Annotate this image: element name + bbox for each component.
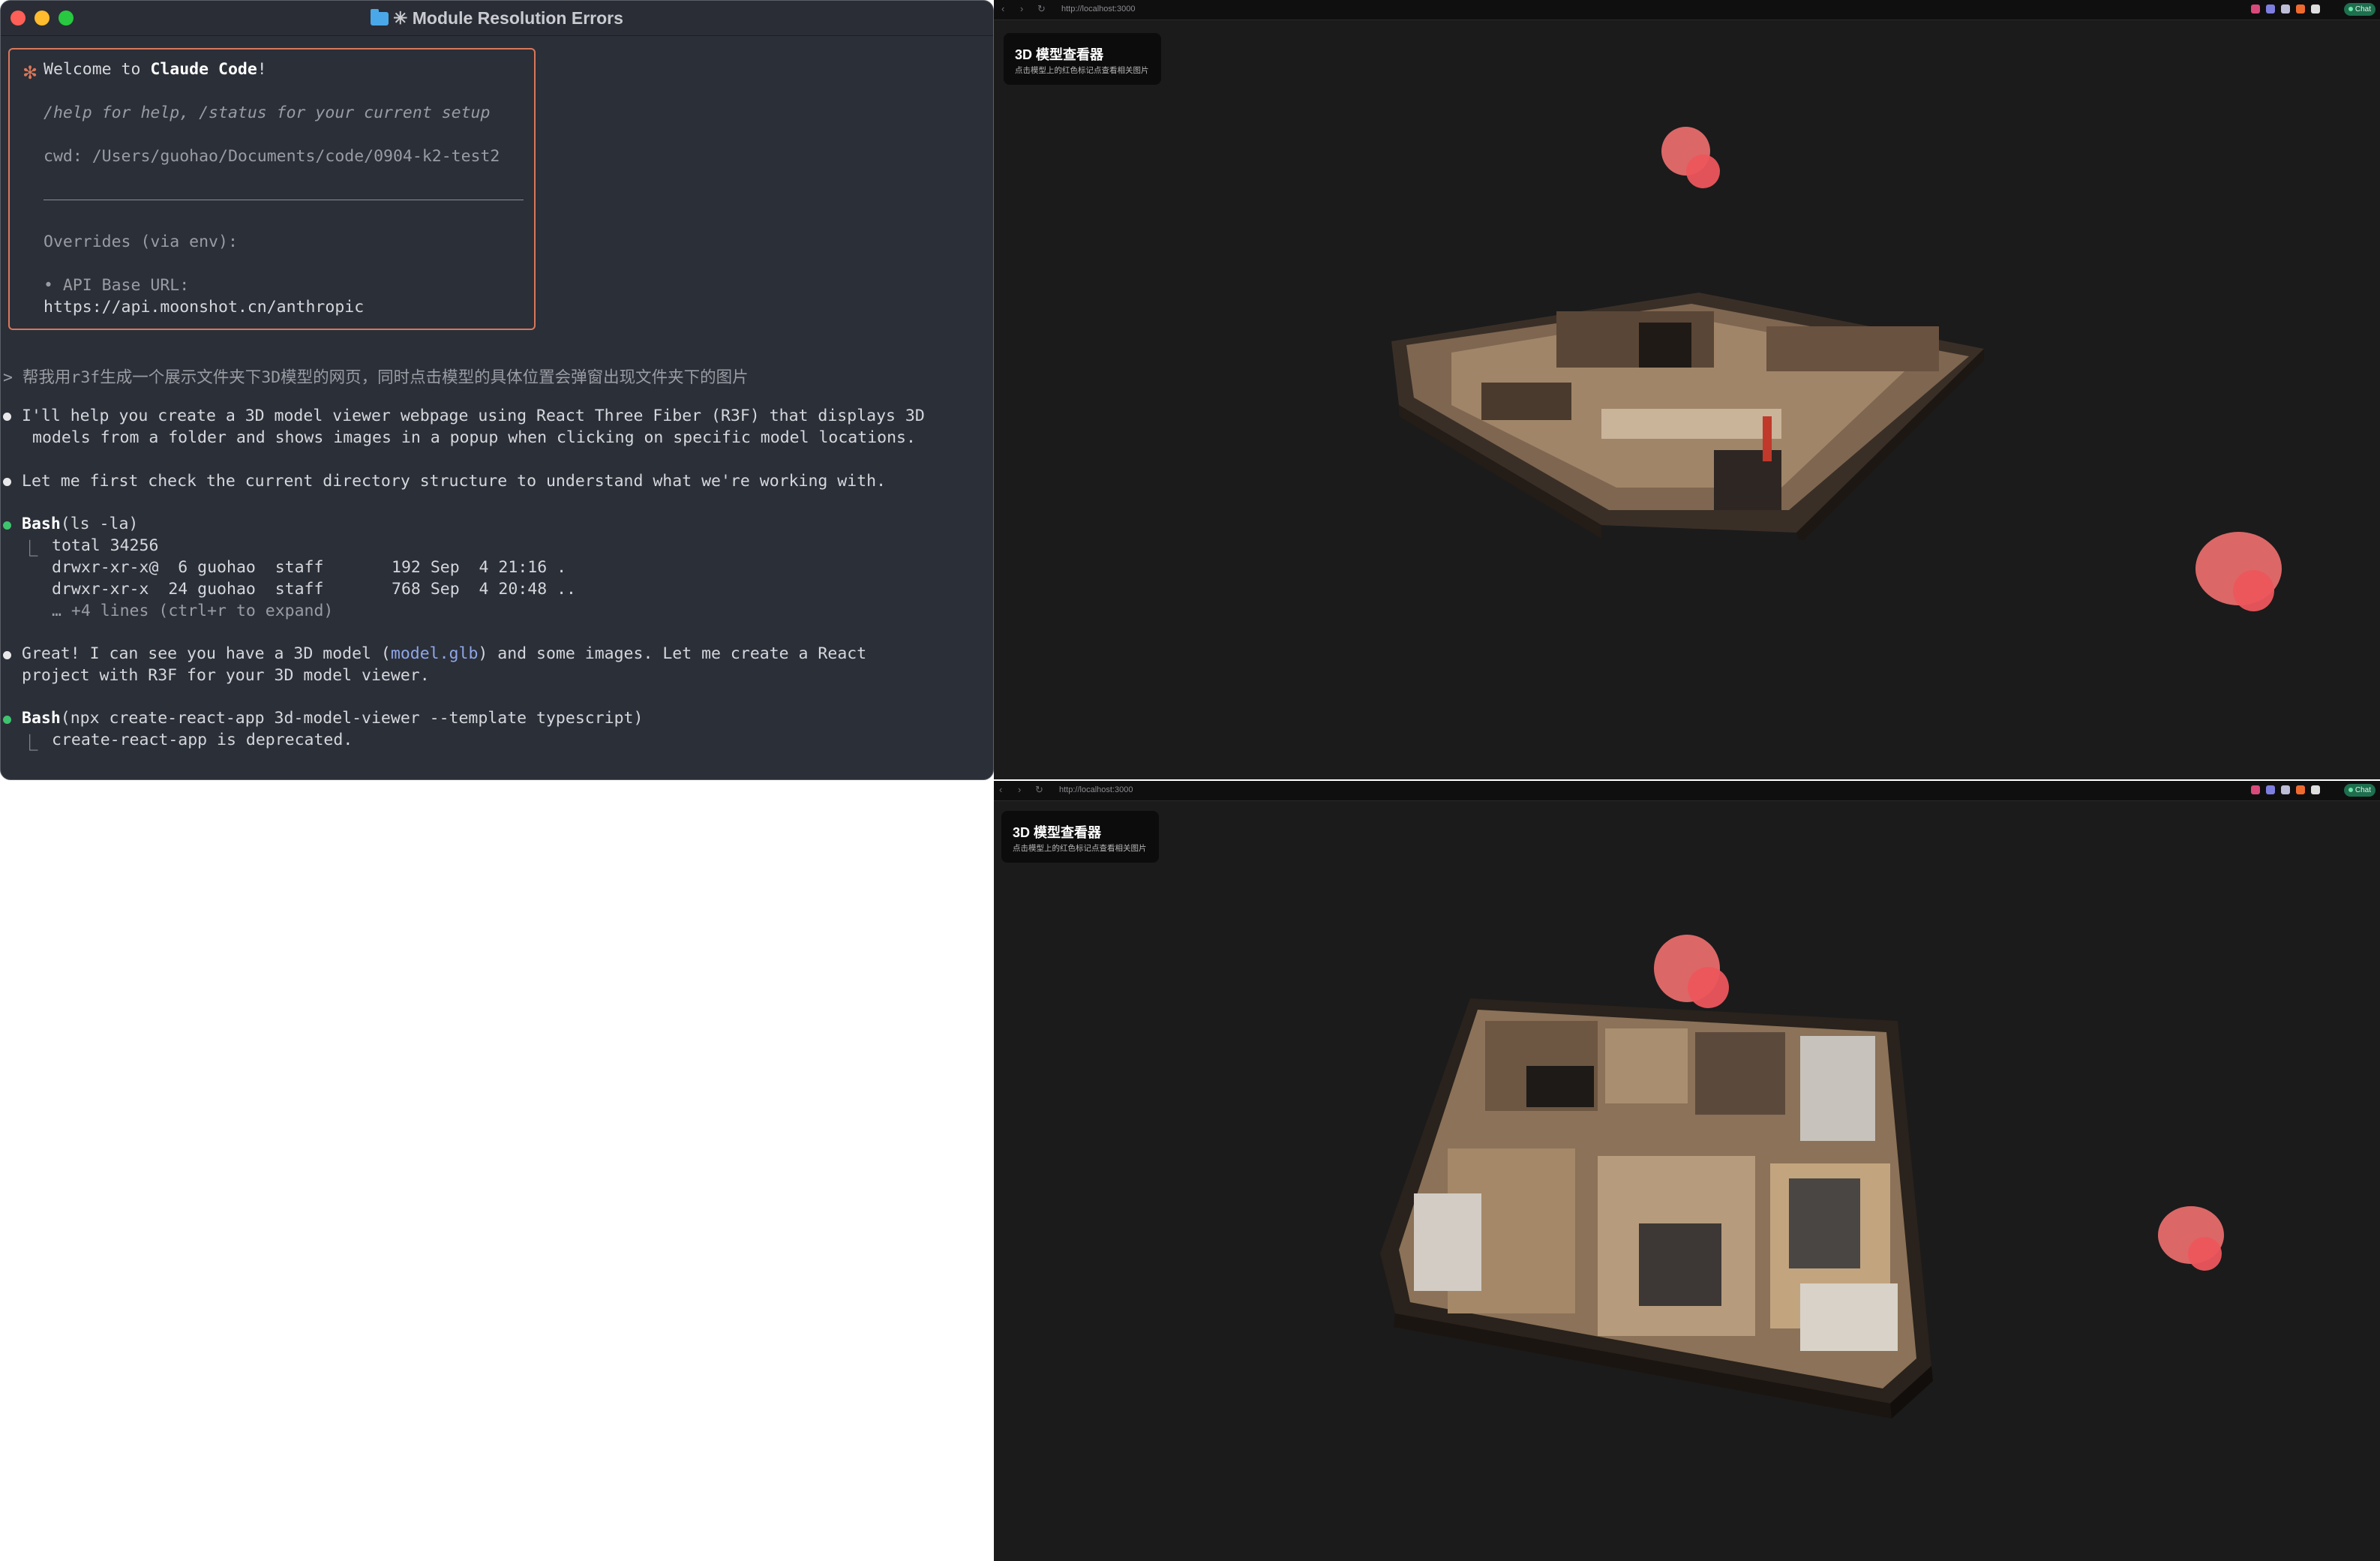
3d-model-canvas[interactable] [1391,285,2014,540]
output-corner-icon: ⎿ [22,540,38,559]
bash-output-line: total 34256 [52,536,159,555]
terminal-titlebar: ✳ Module Resolution Errors [1,1,993,36]
output-corner-icon: ⎿ [22,734,38,753]
welcome-api-label: • API Base URL: [44,276,190,295]
extension-icon[interactable] [2266,785,2275,794]
bash-output-line: drwxr-xr-x@ 6 guohao staff 192 Sep 4 21:… [52,558,567,577]
hotspot-marker[interactable] [2188,1237,2222,1271]
bash-call-1: Bash(ls -la) [22,515,139,533]
hotspot-marker[interactable] [1686,155,1720,188]
assistant-message-1: I'll help you create a 3D model viewer w… [22,407,925,425]
bash-call-2: Bash(npx create-react-app 3d-model-viewe… [22,709,644,728]
extension-icon[interactable] [2296,5,2305,14]
extension-icon[interactable] [2251,785,2260,794]
assistant-message-3: Great! I can see you have a 3D model (mo… [22,644,867,663]
welcome-cwd: cwd: /Users/guohao/Documents/code/0904-k… [44,147,500,166]
address-bar[interactable]: http://localhost:3000 [1059,785,1133,794]
extension-icon[interactable] [2251,5,2260,14]
extension-icon[interactable] [2311,5,2320,14]
viewer-title: 3D 模型查看器 [1015,47,1104,62]
message-bullet [3,413,11,421]
extension-icon[interactable] [2281,5,2290,14]
browser-window-bottom: ‹ › ↻ http://localhost:3000 Chat 3D 模型查看… [994,781,2380,1561]
welcome-api-url: https://api.moonshot.cn/anthropic [44,298,365,317]
message-bullet [3,651,11,659]
folder-icon [371,9,389,26]
model-file-link[interactable]: model.glb [391,644,479,663]
window-title: ✳ Module Resolution Errors [1,8,993,29]
reload-icon[interactable]: ↻ [1035,784,1043,796]
viewer-subtitle: 点击模型上的红色标记点查看相关图片 [1015,66,1149,75]
assistant-message-1-cont: models from a folder and shows images in… [32,428,916,447]
extension-icon[interactable] [2311,785,2320,794]
bash-output-line: drwxr-xr-x 24 guohao staff 768 Sep 4 20:… [52,580,576,599]
address-bar[interactable]: http://localhost:3000 [1061,5,1135,14]
extension-icon[interactable] [2296,785,2305,794]
viewer-subtitle: 点击模型上的红色标记点查看相关图片 [1013,844,1147,853]
extension-icon[interactable] [2281,785,2290,794]
terminal-window: ✳ Module Resolution Errors ✻ Welcome to … [0,0,994,780]
claude-star-icon: ✻ [23,63,38,83]
assistant-message-2: Let me first check the current directory… [22,472,887,491]
reload-icon[interactable]: ↻ [1037,3,1046,15]
hotspot-marker[interactable] [1688,967,1729,1008]
expand-hint[interactable]: … +4 lines (ctrl+r to expand) [52,602,333,620]
chat-button[interactable]: Chat [2343,784,2375,797]
welcome-help: /help for help, /status for your current… [44,104,491,122]
forward-icon[interactable]: › [1020,3,1023,14]
tool-success-bullet [3,716,11,724]
hotspot-marker[interactable] [2233,570,2274,611]
welcome-box: ✻ Welcome to Claude Code! /help for help… [8,48,536,330]
assistant-message-3-cont: project with R3F for your 3D model viewe… [22,666,430,685]
back-icon[interactable]: ‹ [1001,3,1004,14]
back-icon[interactable]: ‹ [999,784,1002,795]
viewer-info-panel: 3D 模型查看器 点击模型上的红色标记点查看相关图片 [1001,811,1159,863]
viewer-info-panel: 3D 模型查看器 点击模型上的红色标记点查看相关图片 [1004,33,1161,85]
chat-button[interactable]: Chat [2343,3,2375,16]
user-prompt: > 帮我用r3f生成一个展示文件夹下3D模型的网页，同时点击模型的具体位置会弹窗… [3,368,749,387]
3d-model-canvas[interactable] [1380,998,1973,1418]
browser-toolbar: ‹ › ↻ http://localhost:3000 Chat [994,781,2380,801]
welcome-overrides: Overrides (via env): [44,233,238,251]
welcome-greeting: Welcome to Claude Code! [44,60,267,79]
tool-success-bullet [3,521,11,530]
message-bullet [3,478,11,486]
viewer-title: 3D 模型查看器 [1013,825,1102,840]
bash-output-line: create-react-app is deprecated. [52,731,353,749]
browser-toolbar: ‹ › ↻ http://localhost:3000 Chat [994,0,2380,20]
forward-icon[interactable]: › [1018,784,1021,795]
extension-icon[interactable] [2266,5,2275,14]
browser-window-top: ‹ › ↻ http://localhost:3000 Chat 3D 模型查看… [994,0,2380,779]
